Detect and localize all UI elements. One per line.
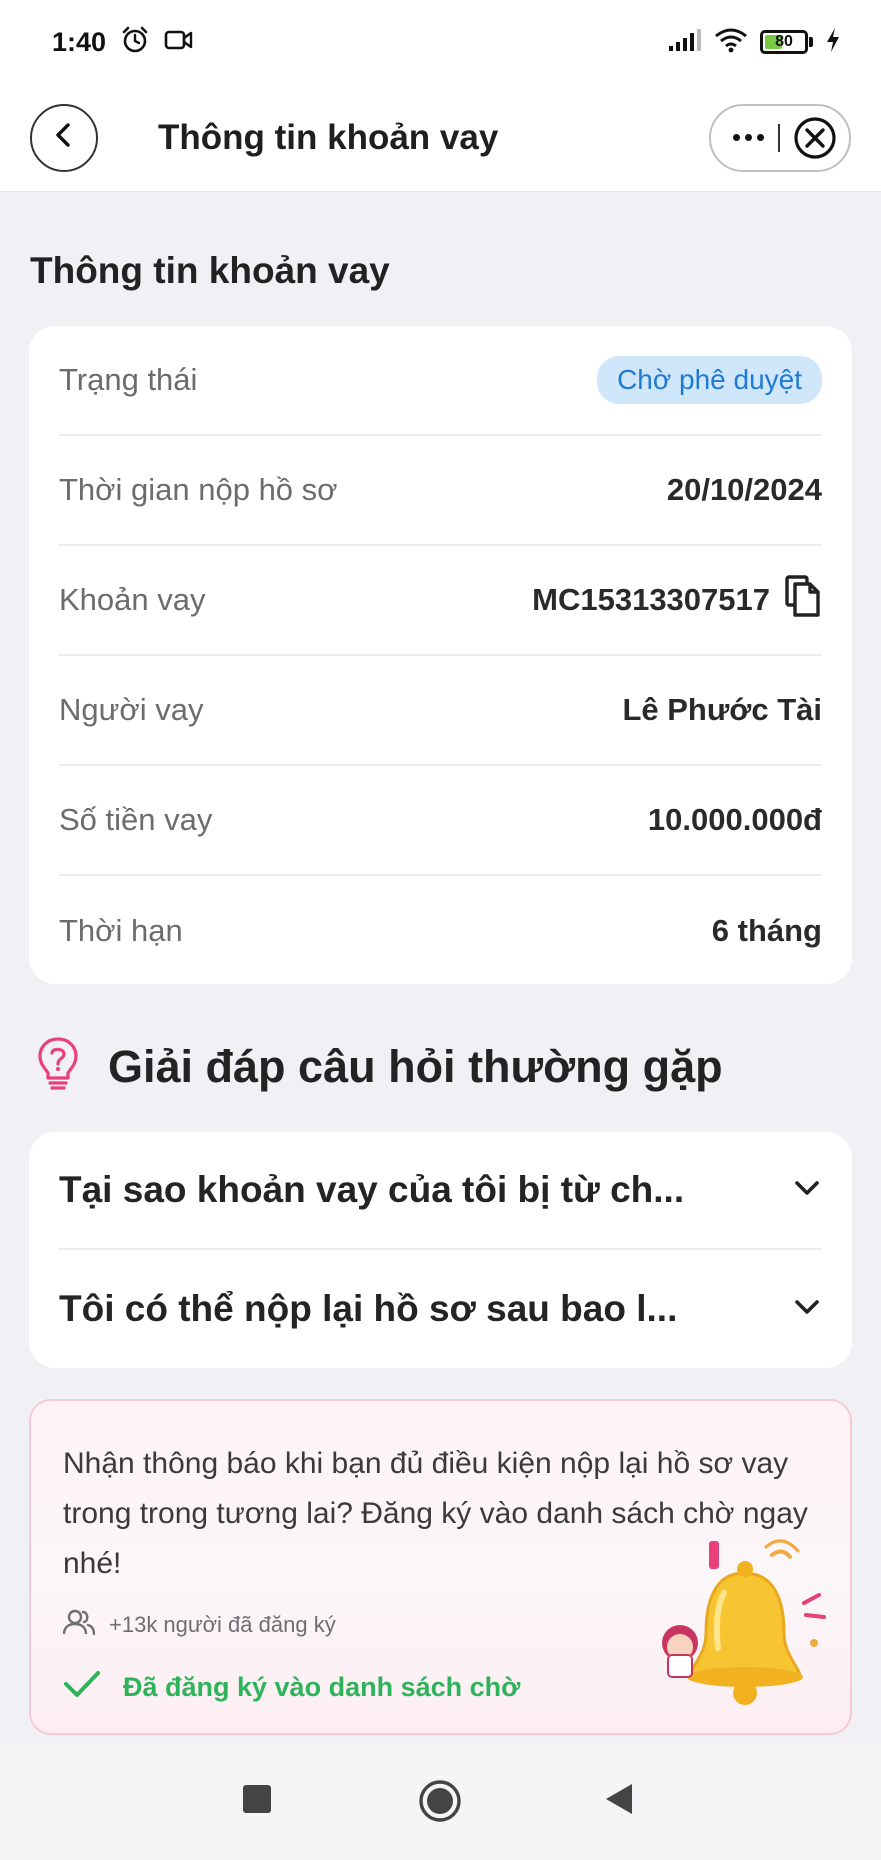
capsule-divider: [777, 123, 780, 152]
close-icon[interactable]: [793, 116, 837, 160]
page-title: Thông tin khoản vay: [158, 117, 499, 157]
app-header: Thông tin khoản vay: [0, 84, 881, 192]
chevron-down-icon[interactable]: [792, 1297, 822, 1322]
status-bar: 1:40 80: [0, 0, 881, 84]
info-label: Khoản vay: [59, 582, 206, 617]
back-arrow-icon: [50, 121, 78, 154]
signal-icon: [668, 28, 702, 57]
battery-level: 80: [775, 33, 793, 50]
back-button[interactable]: [30, 103, 98, 172]
alarm-icon: [120, 25, 150, 60]
loan-info-card: Trạng thái Chờ phê duyệt Thời gian nộp h…: [29, 326, 852, 984]
info-value: 6 tháng: [711, 913, 822, 948]
info-value: 10.000.000đ: [647, 802, 822, 837]
status-badge: Chờ phê duyệt: [597, 356, 822, 404]
faq-card: Tại sao khoản vay của tôi bị từ ch... Tô…: [29, 1132, 852, 1368]
waitlist-card: Nhận thông báo khi bạn đủ điều kiện nộp …: [29, 1399, 852, 1735]
status-time: 1:40: [52, 26, 107, 57]
system-nav-bar: [0, 1744, 881, 1860]
info-row-submit-date: Thời gian nộp hồ sơ 20/10/2024: [59, 436, 822, 546]
bell-illustration: [654, 1533, 834, 1723]
copy-icon[interactable]: [784, 574, 822, 626]
waitlist-status-text: Đã đăng ký vào danh sách chờ: [123, 1672, 521, 1702]
faq-item[interactable]: Tôi có thể nộp lại hồ sơ sau bao l...: [59, 1250, 822, 1368]
users-icon: [62, 1609, 96, 1641]
back-triangle-icon[interactable]: [604, 1782, 634, 1816]
video-icon: [164, 27, 194, 58]
recents-square-icon[interactable]: [242, 1784, 272, 1814]
info-label: Người vay: [59, 692, 204, 727]
wifi-icon: [714, 27, 748, 58]
chevron-down-icon[interactable]: [792, 1178, 822, 1203]
info-row-loan-id: Khoản vay MC15313307517: [59, 546, 822, 656]
info-value: Lê Phước Tài: [622, 692, 822, 727]
charging-icon: [825, 27, 841, 58]
info-label: Thời hạn: [59, 913, 183, 948]
battery-icon: 80: [760, 30, 813, 54]
check-icon: [63, 1669, 101, 1706]
info-label: Thời gian nộp hồ sơ: [59, 472, 338, 507]
info-label: Số tiền vay: [59, 802, 213, 837]
more-icon[interactable]: [733, 134, 764, 141]
info-row-amount: Số tiền vay 10.000.000đ: [59, 766, 822, 876]
info-row-term: Thời hạn 6 tháng: [59, 876, 822, 986]
waitlist-count: +13k người đã đăng ký: [109, 1612, 336, 1637]
home-circle-icon[interactable]: [418, 1779, 462, 1823]
question-bulb-icon: [36, 1036, 80, 1097]
faq-heading: Giải đáp câu hỏi thường gặp: [36, 1036, 723, 1097]
loan-id-value: MC15313307517: [532, 582, 770, 617]
faq-item[interactable]: Tại sao khoản vay của tôi bị từ ch...: [59, 1132, 822, 1250]
info-row-borrower: Người vay Lê Phước Tài: [59, 656, 822, 766]
info-value: 20/10/2024: [666, 472, 822, 507]
mini-program-capsule: [709, 103, 851, 172]
faq-title: Giải đáp câu hỏi thường gặp: [108, 1040, 723, 1092]
faq-question: Tôi có thể nộp lại hồ sơ sau bao l...: [59, 1288, 678, 1329]
info-label: Trạng thái: [59, 362, 198, 397]
faq-question: Tại sao khoản vay của tôi bị từ ch...: [59, 1169, 685, 1210]
info-row-status: Trạng thái Chờ phê duyệt: [59, 326, 822, 436]
loan-info-section-title: Thông tin khoản vay: [30, 250, 390, 291]
